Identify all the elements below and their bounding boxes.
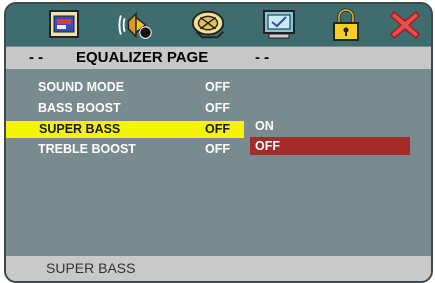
audio-setup-icon <box>191 10 225 39</box>
title-dashes-right: - - <box>255 49 270 66</box>
menu-item-treble-boost[interactable]: TREBLE BOOST OFF <box>6 141 244 158</box>
status-text: SUPER BASS <box>46 260 136 276</box>
video-setup-icon <box>263 10 295 39</box>
lock-icon <box>333 8 359 41</box>
tab-speaker-setup[interactable] <box>117 7 155 43</box>
option-on[interactable]: ON <box>250 117 410 135</box>
menu-item-label: SUPER BASS <box>39 122 121 136</box>
option-off[interactable]: OFF <box>250 137 410 155</box>
menu-item-bass-boost[interactable]: BASS BOOST OFF <box>6 100 244 117</box>
menu-item-value: OFF <box>205 101 230 115</box>
menu-item-super-bass[interactable]: SUPER BASS OFF <box>6 121 244 138</box>
tab-video-setup[interactable] <box>260 7 298 43</box>
menu-item-sound-mode[interactable]: SOUND MODE OFF <box>6 79 244 96</box>
status-bar: SUPER BASS <box>6 256 431 281</box>
close-icon <box>389 10 421 40</box>
tab-bar <box>6 4 431 46</box>
osd-frame: - - EQUALIZER PAGE - - SOUND MODE OFF BA… <box>4 2 433 283</box>
menu-item-label: TREBLE BOOST <box>38 142 136 156</box>
menu-item-value: OFF <box>205 122 230 136</box>
tab-general-setup[interactable] <box>45 7 83 43</box>
page-title: EQUALIZER PAGE <box>76 49 209 66</box>
menu-item-label: SOUND MODE <box>38 80 125 94</box>
page-title-bar: - - EQUALIZER PAGE - - <box>6 47 431 69</box>
tab-exit[interactable] <box>386 7 424 43</box>
title-dashes-left: - - <box>29 49 44 66</box>
menu-item-label: BASS BOOST <box>38 101 121 115</box>
general-setup-icon <box>49 10 79 38</box>
menu-item-value: OFF <box>205 80 230 94</box>
tab-audio-setup[interactable] <box>189 7 227 43</box>
speaker-setup-icon <box>118 11 152 39</box>
tab-parental-lock[interactable] <box>327 7 365 43</box>
menu-item-value: OFF <box>205 142 230 156</box>
